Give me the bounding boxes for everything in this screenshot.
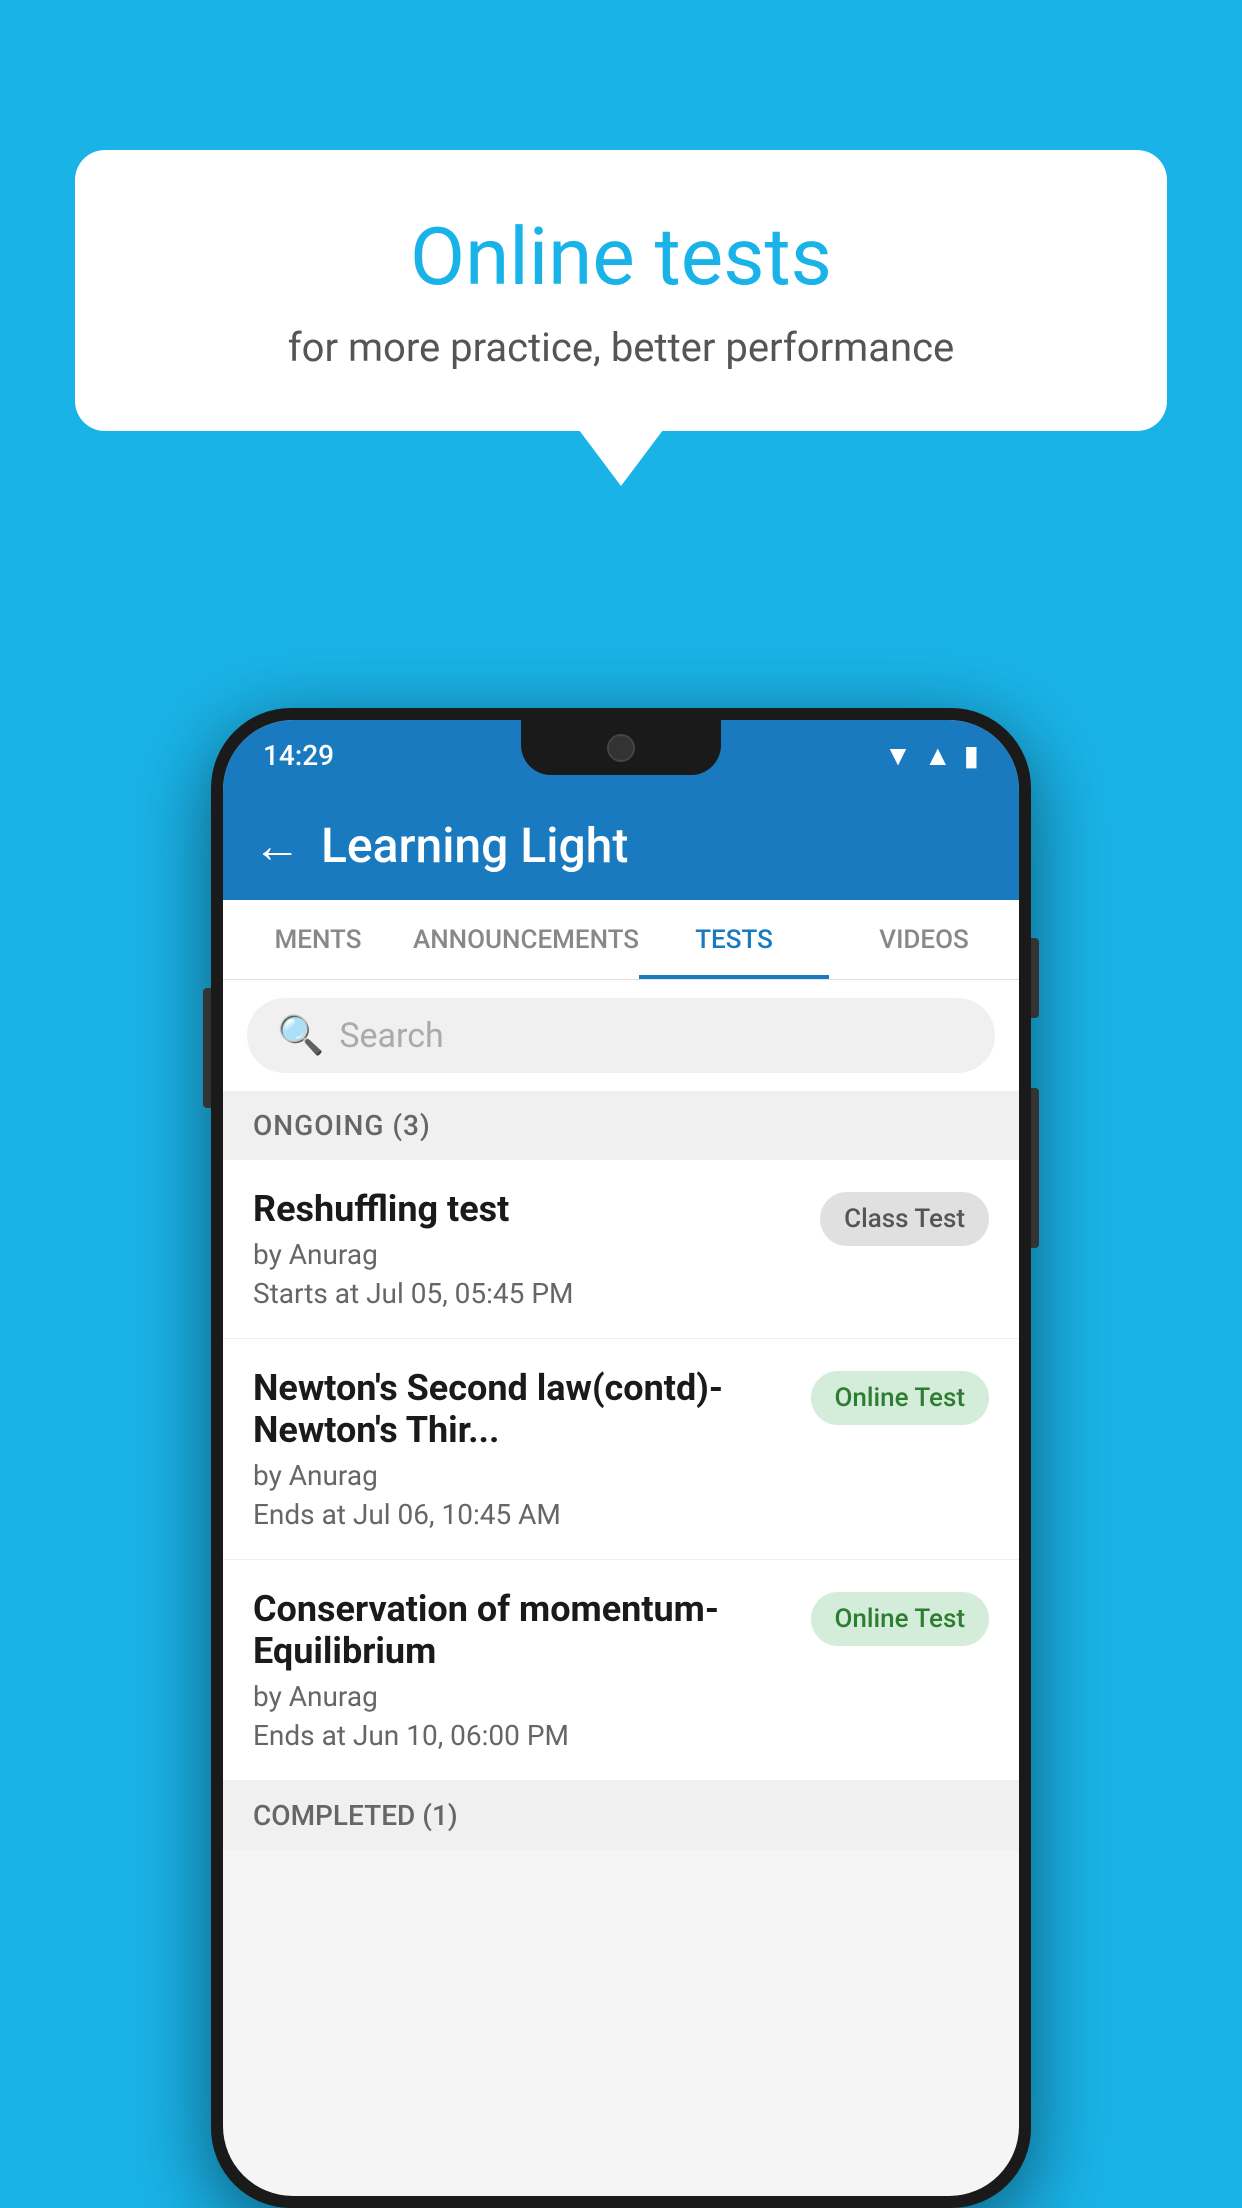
test-item-2[interactable]: Newton's Second law(contd)-Newton's Thir…: [223, 1339, 1019, 1560]
app-bar: ← Learning Light: [223, 790, 1019, 900]
test-time-1: Starts at Jul 05, 05:45 PM: [253, 1277, 800, 1310]
phone-screen: 14:29 ▼ ▲ ▮ ← Learning Light MENTS ANNOU…: [223, 720, 1019, 2196]
side-button-right-2: [1031, 1088, 1039, 1248]
tab-videos[interactable]: VIDEOS: [829, 900, 1019, 979]
completed-section-header: COMPLETED (1): [223, 1781, 1019, 1850]
test-time-3: Ends at Jun 10, 06:00 PM: [253, 1719, 791, 1752]
app-bar-title: Learning Light: [321, 817, 628, 874]
test-author-3: by Anurag: [253, 1680, 791, 1713]
speech-bubble-container: Online tests for more practice, better p…: [75, 150, 1167, 431]
test-name-3: Conservation of momentum-Equilibrium: [253, 1588, 791, 1672]
test-item-3[interactable]: Conservation of momentum-Equilibrium by …: [223, 1560, 1019, 1781]
tab-announcements[interactable]: ANNOUNCEMENTS: [413, 900, 639, 979]
test-name-1: Reshuffling test: [253, 1188, 800, 1230]
test-badge-3: Online Test: [811, 1592, 990, 1646]
test-time-2: Ends at Jul 06, 10:45 AM: [253, 1498, 791, 1531]
test-list: Reshuffling test by Anurag Starts at Jul…: [223, 1160, 1019, 1850]
tabs-bar: MENTS ANNOUNCEMENTS TESTS VIDEOS: [223, 900, 1019, 980]
test-author-2: by Anurag: [253, 1459, 791, 1492]
tab-ments[interactable]: MENTS: [223, 900, 413, 979]
search-container: 🔍 Search: [223, 980, 1019, 1091]
ongoing-section-header: ONGOING (3): [223, 1091, 1019, 1160]
speech-bubble: Online tests for more practice, better p…: [75, 150, 1167, 431]
phone-camera: [607, 734, 635, 762]
signal-icon: ▲: [924, 739, 952, 772]
search-icon: 🔍: [277, 1014, 324, 1058]
search-bar[interactable]: 🔍 Search: [247, 998, 995, 1073]
phone-outer: 14:29 ▼ ▲ ▮ ← Learning Light MENTS ANNOU…: [211, 708, 1031, 2208]
side-button-right-1: [1031, 938, 1039, 1018]
test-author-1: by Anurag: [253, 1238, 800, 1271]
test-name-2: Newton's Second law(contd)-Newton's Thir…: [253, 1367, 791, 1451]
test-badge-2: Online Test: [811, 1371, 990, 1425]
test-info-1: Reshuffling test by Anurag Starts at Jul…: [253, 1188, 800, 1310]
side-button-left: [203, 988, 211, 1108]
test-item-1[interactable]: Reshuffling test by Anurag Starts at Jul…: [223, 1160, 1019, 1339]
bubble-subtitle: for more practice, better performance: [155, 324, 1087, 371]
test-badge-1: Class Test: [820, 1192, 989, 1246]
back-button[interactable]: ←: [253, 817, 301, 874]
status-icons: ▼ ▲ ▮: [884, 739, 979, 772]
search-input[interactable]: Search: [339, 1016, 443, 1056]
test-info-2: Newton's Second law(contd)-Newton's Thir…: [253, 1367, 791, 1531]
battery-icon: ▮: [964, 739, 979, 772]
wifi-icon: ▼: [884, 739, 912, 772]
bubble-title: Online tests: [155, 210, 1087, 304]
phone-wrapper: 14:29 ▼ ▲ ▮ ← Learning Light MENTS ANNOU…: [211, 708, 1031, 2208]
test-info-3: Conservation of momentum-Equilibrium by …: [253, 1588, 791, 1752]
tab-tests[interactable]: TESTS: [639, 900, 829, 979]
status-time: 14:29: [263, 739, 334, 772]
phone-notch: [521, 720, 721, 775]
